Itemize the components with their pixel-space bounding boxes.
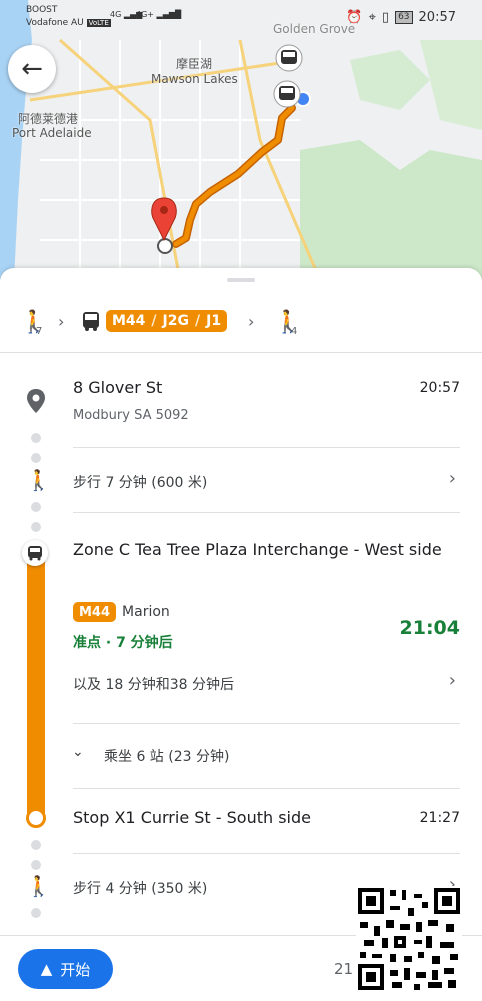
chevron-right-icon: › xyxy=(58,312,65,331)
divider xyxy=(73,853,460,854)
map-label-adelaide-en: Port Adelaide xyxy=(12,126,92,140)
route-dot xyxy=(31,860,41,870)
route-chip-m44: M44 xyxy=(112,313,146,329)
status-bar: BOOST Vodafone AU VoLTE 4G ▂▄▆ 4G+ ▂▄▆█ … xyxy=(0,0,482,36)
drag-handle[interactable] xyxy=(227,278,255,282)
route-dot xyxy=(31,502,41,512)
bus-destination: Marion xyxy=(122,604,170,620)
walk-icon: 🚶 xyxy=(20,310,48,335)
later-departures-text: 以及 18 分钟和38 分钟后 xyxy=(73,677,234,693)
walk-icon: 🚶 xyxy=(26,874,51,898)
route-dot xyxy=(31,433,41,443)
ride-stops-text: 乘坐 6 站 (23 分钟) xyxy=(104,749,230,765)
carrier-2: Vodafone AU VoLTE xyxy=(26,18,111,28)
alight-stop-marker xyxy=(26,808,46,828)
map-canvas xyxy=(0,0,482,280)
map-label-mawson-en: Mawson Lakes xyxy=(151,72,238,86)
volte-badge: VoLTE xyxy=(86,19,111,27)
chevron-right-icon: › xyxy=(448,670,456,691)
bus-icon xyxy=(83,312,99,331)
bus-line-info: M44 Marion xyxy=(73,602,170,622)
route-chip-j2g: J2G xyxy=(162,313,189,329)
route-chips: M44 / J2G / J1 xyxy=(106,310,228,332)
qr-code xyxy=(356,886,462,992)
navigation-arrow-icon: ▲ xyxy=(40,960,53,978)
back-button[interactable]: ← xyxy=(8,45,56,93)
destination-marker xyxy=(157,238,173,254)
divider xyxy=(0,352,482,353)
battery-icon: 63 xyxy=(395,11,413,24)
vibrate-icon: ▯ xyxy=(381,10,390,25)
bus-status: 准点 · 7 分钟后 xyxy=(73,635,173,651)
start-button-label: 开始 xyxy=(60,960,91,979)
origin-time: 20:57 xyxy=(419,380,460,396)
route-dot xyxy=(31,522,41,532)
walk-icon: 🚶 xyxy=(26,468,51,492)
location-icon: ⌖ xyxy=(368,10,376,25)
divider xyxy=(73,512,460,513)
arrow-left-icon: ← xyxy=(21,54,43,84)
place-pin-icon xyxy=(27,389,45,413)
chevron-down-icon: ⌄ xyxy=(72,744,84,760)
start-navigation-button[interactable]: ▲ 开始 xyxy=(18,949,113,989)
alarm-icon: ⏰ xyxy=(346,10,363,25)
walk-2-minutes: 4 xyxy=(291,326,298,337)
bus-route-chip: M44 xyxy=(73,602,117,622)
route-dot xyxy=(31,840,41,850)
alight-stop-title: Stop X1 Currie St - South side xyxy=(73,808,311,827)
origin-title: 8 Glover St xyxy=(73,378,163,397)
walk-2-text: 步行 4 分钟 (350 米) xyxy=(73,881,208,897)
eta-text: 21 xyxy=(334,960,354,978)
divider xyxy=(73,723,460,724)
qr-code-image xyxy=(356,886,462,992)
divider xyxy=(73,788,460,789)
bus-route-bar xyxy=(27,554,45,820)
bus-marker-2 xyxy=(273,80,301,108)
route-summary: 🚶 7 › M44 / J2G / J1 › 🚶 4 xyxy=(0,294,482,352)
carrier-1: BOOST xyxy=(26,5,58,15)
bus-departure-time: 21:04 xyxy=(399,617,460,639)
route-chip-j1: J1 xyxy=(206,313,222,329)
signal-2-icon: 4G+ ▂▄▆█ xyxy=(136,10,182,19)
origin-address: Modbury SA 5092 xyxy=(73,408,189,423)
map-view[interactable]: Golden Grove 摩臣湖 Mawson Lakes 阿德莱德港 Port… xyxy=(0,0,482,280)
clock: 20:57 xyxy=(418,10,456,25)
divider xyxy=(73,447,460,448)
map-label-adelaide-cn: 阿德莱德港 xyxy=(18,112,79,126)
bus-stop-icon xyxy=(22,540,48,566)
board-stop-title: Zone C Tea Tree Plaza Interchange - West… xyxy=(73,540,442,559)
status-right: ⏰ ⌖ ▯ 63 20:57 xyxy=(346,10,456,25)
route-dot xyxy=(31,453,41,463)
route-dot xyxy=(31,908,41,918)
walk-1-text: 步行 7 分钟 (600 米) xyxy=(73,475,208,491)
walk-1-minutes: 7 xyxy=(36,326,43,337)
map-label-mawson-cn: 摩臣湖 xyxy=(176,57,213,71)
bus-marker-1 xyxy=(275,44,303,72)
alight-stop-time: 21:27 xyxy=(419,810,460,826)
chevron-right-icon: › xyxy=(248,312,255,331)
chevron-right-icon: › xyxy=(448,468,456,489)
